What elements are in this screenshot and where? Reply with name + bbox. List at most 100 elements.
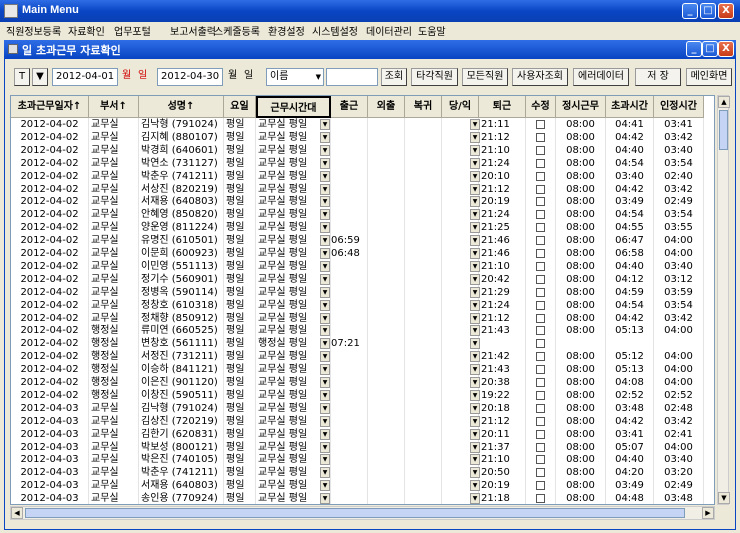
chevron-down-icon[interactable]: ▼	[470, 377, 480, 388]
edit-checkbox[interactable]	[536, 158, 545, 168]
vertical-scrollbar[interactable]: ▲ ▼	[717, 95, 730, 505]
edit-checkbox[interactable]	[536, 429, 545, 439]
close-button[interactable]: X	[718, 3, 734, 19]
chevron-down-icon[interactable]: ▼	[470, 402, 480, 414]
menu-item[interactable]: 시스템설정	[312, 23, 358, 38]
chevron-down-icon[interactable]: ▼	[470, 299, 480, 311]
table-row[interactable]: 2012-04-02 교무실 정기수 (560901) 평일 교무실 평일 20:42 08…	[11, 272, 714, 286]
edit-checkbox[interactable]	[536, 236, 545, 246]
chevron-down-icon[interactable]: ▼	[470, 441, 480, 453]
menu-item[interactable]: 업무포털	[114, 23, 151, 38]
edit-checkbox[interactable]	[536, 223, 545, 233]
column-header[interactable]: 성명↑	[139, 96, 224, 118]
table-row[interactable]: 2012-04-02 행정실 이승하 (841121) 평일 교무실 평일 21:43 08…	[11, 363, 714, 377]
column-header[interactable]: 초과근무일자↑	[11, 96, 89, 118]
column-header[interactable]: 외출	[368, 96, 405, 118]
chevron-down-icon[interactable]: ▼	[470, 209, 480, 221]
t-button[interactable]: T	[14, 68, 30, 86]
vertical-scroll-thumb[interactable]	[719, 110, 728, 150]
chevron-down-icon[interactable]: ▼	[470, 170, 480, 182]
chevron-down-icon[interactable]: ▼	[320, 377, 330, 388]
chevron-down-icon[interactable]: ▼	[320, 183, 330, 195]
chevron-down-icon[interactable]: ▼	[470, 364, 480, 376]
edit-checkbox[interactable]	[536, 365, 545, 375]
chevron-down-icon[interactable]: ▼	[320, 312, 330, 324]
table-row[interactable]: 2012-04-02 행정실 이은진 (901120) 평일 교무실 평일 20:38 08…	[11, 376, 714, 389]
menu-item[interactable]: 데이터관리	[366, 23, 412, 38]
chevron-down-icon[interactable]: ▼	[470, 196, 480, 208]
table-row[interactable]: 2012-04-02 교무실 양운영 (811224) 평일 교무실 평일 21:25 08…	[11, 221, 714, 235]
table-row[interactable]: 2012-04-03 교무실 박춘우 (741211) 평일 교무실 평일 20:50 08…	[11, 466, 714, 480]
column-header[interactable]: 인정시간	[654, 96, 704, 118]
edit-checkbox[interactable]	[536, 132, 545, 142]
menu-item[interactable]: 도움말	[418, 23, 446, 38]
chevron-down-icon[interactable]: ▼	[320, 260, 330, 272]
chevron-down-icon[interactable]: ▼	[470, 467, 480, 479]
table-row[interactable]: 2012-04-02 행정실 이창진 (590511) 평일 교무실 평일 19:22 08…	[11, 388, 714, 402]
chevron-down-icon[interactable]: ▼	[320, 248, 330, 259]
chevron-down-icon[interactable]: ▼	[470, 235, 480, 247]
chevron-down-icon[interactable]: ▼	[320, 389, 330, 401]
edit-checkbox[interactable]	[536, 416, 545, 426]
edit-checkbox[interactable]	[536, 249, 545, 258]
date-from-field[interactable]: 2012-04-01	[52, 68, 118, 86]
edit-checkbox[interactable]	[536, 481, 545, 491]
chevron-down-icon[interactable]: ▼	[470, 260, 480, 272]
table-row[interactable]: 2012-04-02 교무실 박연소 (731127) 평일 교무실 평일 21:24 08…	[11, 156, 714, 170]
menu-item[interactable]: 스케줄등록	[214, 23, 260, 38]
table-row[interactable]: 2012-04-02 교무실 이문희 (600923) 평일 교무실 평일 06:48 21…	[11, 247, 714, 260]
edit-checkbox[interactable]	[536, 120, 545, 129]
edit-checkbox[interactable]	[536, 300, 545, 310]
chevron-down-icon[interactable]: ▼	[470, 312, 480, 324]
menu-item[interactable]: 환경설정	[268, 23, 305, 38]
chevron-down-icon[interactable]: ▼	[320, 351, 330, 363]
table-row[interactable]: 2012-04-03 교무실 김낙형 (791024) 평일 교무실 평일 20:18 08…	[11, 401, 714, 415]
column-header[interactable]: 퇴근	[479, 96, 526, 118]
column-header[interactable]: 부서↑	[89, 96, 139, 118]
chevron-down-icon[interactable]: ▼	[320, 196, 330, 208]
chevron-down-icon[interactable]: ▼	[320, 119, 330, 130]
chevron-down-icon[interactable]: ▼	[470, 119, 480, 130]
edit-checkbox[interactable]	[536, 442, 545, 452]
menu-item[interactable]: 직원정보등록	[6, 23, 61, 38]
chevron-down-icon[interactable]: ▼	[320, 235, 330, 247]
search-input[interactable]	[326, 68, 378, 86]
table-row[interactable]: 2012-04-02 교무실 서재용 (640803) 평일 교무실 평일 20:19 08…	[11, 195, 714, 209]
chevron-down-icon[interactable]: ▼	[470, 183, 480, 195]
edit-checkbox[interactable]	[536, 468, 545, 478]
table-row[interactable]: 2012-04-02 교무실 유명진 (610501) 평일 교무실 평일 06:59 21…	[11, 234, 714, 248]
chevron-down-icon[interactable]: ▼	[470, 248, 480, 259]
scroll-right-icon[interactable]: ▶	[702, 507, 714, 519]
edit-checkbox[interactable]	[536, 326, 545, 336]
edit-checkbox[interactable]	[536, 494, 545, 504]
chevron-down-icon[interactable]: ▼	[320, 415, 330, 427]
table-row[interactable]: 2012-04-03 교무실 서재용 (640803) 평일 교무실 평일 20:19 08…	[11, 479, 714, 493]
edit-checkbox[interactable]	[536, 403, 545, 413]
scroll-down-icon[interactable]: ▼	[718, 492, 730, 504]
table-row[interactable]: 2012-04-02 교무실 박경희 (640601) 평일 교무실 평일 21:10 08…	[11, 143, 714, 157]
horizontal-scrollbar[interactable]: ◀ ▶	[10, 506, 715, 520]
table-row[interactable]: 2012-04-03 교무실 박보성 (800121) 평일 교무실 평일 21:37 08…	[11, 440, 714, 454]
chevron-down-icon[interactable]: ▼	[470, 286, 480, 298]
edit-checkbox[interactable]	[536, 145, 545, 155]
chevron-down-icon[interactable]: ▼	[320, 144, 330, 156]
table-row[interactable]: 2012-04-03 교무실 김한기 (620831) 평일 교무실 평일 20:11 08…	[11, 427, 714, 441]
scroll-up-icon[interactable]: ▲	[718, 96, 730, 108]
dropdown-arrow-button[interactable]: ▼	[32, 68, 48, 86]
minimize-button[interactable]: _	[682, 3, 698, 19]
chevron-down-icon[interactable]: ▼	[470, 222, 480, 234]
table-row[interactable]: 2012-04-02 교무실 이민영 (551113) 평일 교무실 평일 21:10 08…	[11, 259, 714, 273]
chevron-down-icon[interactable]: ▼	[470, 273, 480, 285]
table-row[interactable]: 2012-04-03 교무실 송인용 (770924) 평일 교무실 평일 21:18 08…	[11, 492, 714, 504]
chevron-down-icon[interactable]: ▼	[470, 389, 480, 401]
table-row[interactable]: 2012-04-02 교무실 정병옥 (590114) 평일 교무실 평일 21:29 08…	[11, 285, 714, 299]
search-button[interactable]: 조회	[381, 68, 407, 86]
scroll-left-icon[interactable]: ◀	[11, 507, 23, 519]
chevron-down-icon[interactable]: ▼	[320, 428, 330, 440]
chevron-down-icon[interactable]: ▼	[470, 454, 480, 466]
edit-checkbox[interactable]	[536, 313, 545, 323]
chevron-down-icon[interactable]: ▼	[470, 351, 480, 363]
table-row[interactable]: 2012-04-02 교무실 정채향 (850912) 평일 교무실 평일 21:12 08…	[11, 311, 714, 325]
chevron-down-icon[interactable]: ▼	[320, 493, 330, 504]
table-row[interactable]: 2012-04-02 교무실 서상진 (820219) 평일 교무실 평일 21:12 08…	[11, 182, 714, 196]
